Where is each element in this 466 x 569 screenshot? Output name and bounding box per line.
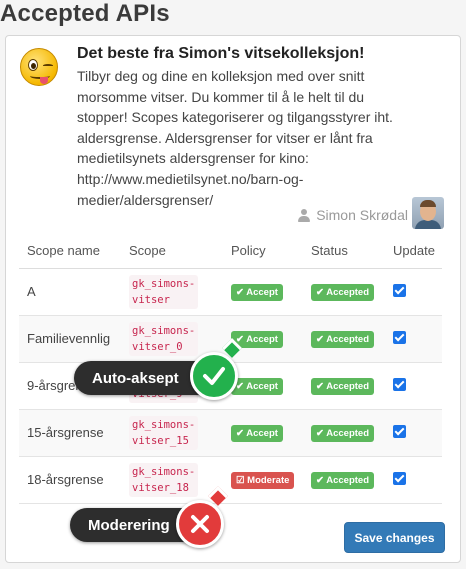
update-cell — [385, 268, 442, 316]
table-row: 15-årsgrense gk_simons- vitser_15 ✔ Accept… — [19, 409, 442, 457]
policy-label: ☑ Moderate — [231, 471, 295, 489]
column-header-scope: Scope — [121, 234, 223, 269]
status-badge: ✔ Accepted — [311, 471, 375, 489]
policy-cell: ✔ Accept — [223, 409, 303, 457]
scope-name-cell: A — [19, 268, 121, 316]
status-cell: ✔ Accepted — [303, 268, 385, 316]
table-row: 18-årsgrense gk_simons- vitser_18 ☑ Modera… — [19, 456, 442, 504]
author-name: Simon Skrødal — [316, 207, 408, 223]
winking-tongue-emoji-icon — [20, 48, 58, 86]
status-badge: ✔ Accepted — [311, 424, 375, 442]
status-badge: ✔ Accepted — [311, 377, 375, 395]
scope-code: gk_simons- vitser — [129, 274, 199, 309]
policy-cell: ✔ Accept — [223, 268, 303, 316]
policy-cell: ☑ Moderate — [223, 456, 303, 504]
scope-cell: gk_simons- vitser_15 — [121, 409, 223, 457]
user-icon — [298, 208, 311, 222]
status-badge: ✔ Accepted — [311, 330, 375, 348]
avatar — [412, 197, 444, 229]
update-checkbox[interactable] — [393, 424, 406, 438]
scope-name-cell: 15-årsgrense — [19, 409, 121, 457]
checkmark-icon — [190, 352, 238, 400]
update-checkbox[interactable] — [393, 471, 406, 485]
update-cell — [385, 409, 442, 457]
column-header-policy: Policy — [223, 234, 303, 269]
status-cell: ✔ Accepted — [303, 362, 385, 410]
column-header-status: Status — [303, 234, 385, 269]
status-cell: ✔ Accepted — [303, 456, 385, 504]
cross-icon — [176, 500, 224, 548]
policy-label: ✔ Accept — [231, 377, 283, 395]
policy-cell: ✔ Accept — [223, 315, 303, 363]
table-row: Agk_simons- vitser ✔ Accept ✔ Accepted — [19, 268, 442, 316]
column-header-update: Update — [385, 234, 442, 269]
policy-label: ✔ Accept — [231, 424, 283, 442]
author-line: Simon Skrødal — [298, 207, 408, 223]
app-description: Tilbyr deg og dine en kolleksjon med ove… — [77, 68, 393, 208]
scope-code: gk_simons- vitser_18 — [129, 462, 199, 497]
status-cell: ✔ Accepted — [303, 409, 385, 457]
update-cell — [385, 315, 442, 363]
save-changes-button[interactable]: Save changes — [344, 522, 445, 553]
app-title: Det beste fra Simon's vitsekolleksjon! — [77, 45, 365, 62]
status-badge: ✔ Accepted — [311, 283, 375, 301]
column-header-scope-name: Scope name — [19, 234, 121, 269]
scope-cell: gk_simons- vitser — [121, 268, 223, 316]
policy-label: ✔ Accept — [231, 283, 283, 301]
update-cell — [385, 456, 442, 504]
page-title: Accepted APIs — [0, 0, 170, 27]
scope-code: gk_simons- vitser_0 — [129, 321, 199, 356]
scope-name-cell: Familievennlig — [19, 315, 121, 363]
scope-name-cell: 18-årsgrense — [19, 456, 121, 504]
update-cell — [385, 362, 442, 410]
scope-code: gk_simons- vitser_15 — [129, 415, 199, 450]
update-checkbox[interactable] — [393, 377, 406, 391]
update-checkbox[interactable] — [393, 283, 406, 297]
status-cell: ✔ Accepted — [303, 315, 385, 363]
update-checkbox[interactable] — [393, 330, 406, 344]
